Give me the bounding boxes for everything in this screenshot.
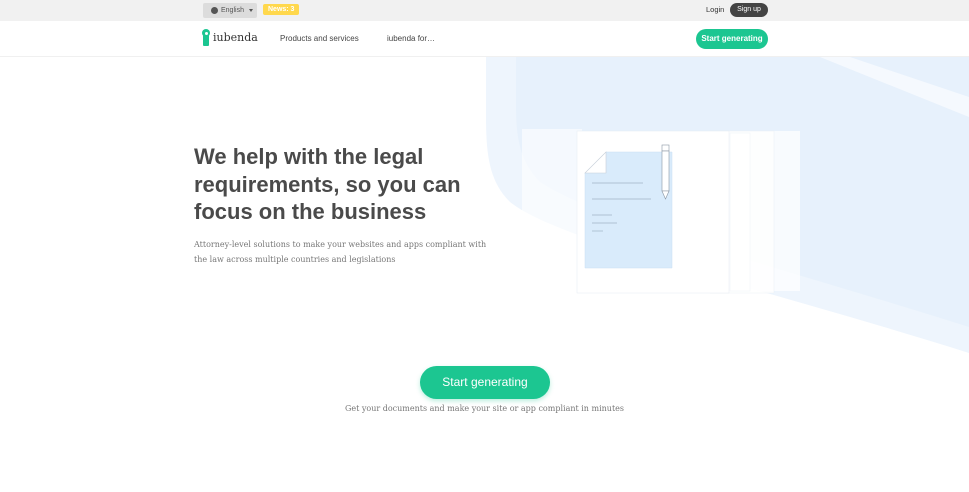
globe-icon (211, 7, 218, 14)
language-selector[interactable]: English (203, 3, 257, 18)
logo-text: iubenda (213, 31, 258, 44)
hero-headline: We help with the legal requirements, so … (194, 144, 461, 224)
caret-down-icon (248, 9, 253, 12)
document-illustration (522, 129, 800, 294)
iubenda-logo[interactable]: iubenda (202, 29, 258, 46)
iubenda-logo-icon (202, 29, 210, 46)
pencil-icon (661, 144, 670, 200)
top-utility-bar: English News: 3 Login Sign up (0, 0, 969, 21)
main-navigation: iubenda Products and services iubenda fo… (0, 21, 969, 57)
nav-iubenda-for[interactable]: iubenda for… (387, 34, 435, 43)
start-generating-nav-button[interactable]: Start generating (696, 29, 768, 49)
news-badge[interactable]: News: 3 (263, 4, 300, 15)
login-link[interactable]: Login (706, 5, 724, 14)
hero-background-shape (486, 57, 969, 353)
language-label: English (221, 7, 244, 14)
nav-products-and-services[interactable]: Products and services (280, 34, 359, 43)
signup-button[interactable]: Sign up (730, 3, 768, 17)
cta-note: Get your documents and make your site or… (344, 404, 625, 413)
hero-subtitle: Attorney-level solutions to make your we… (194, 240, 487, 264)
start-generating-main-button[interactable]: Start generating (420, 366, 550, 399)
